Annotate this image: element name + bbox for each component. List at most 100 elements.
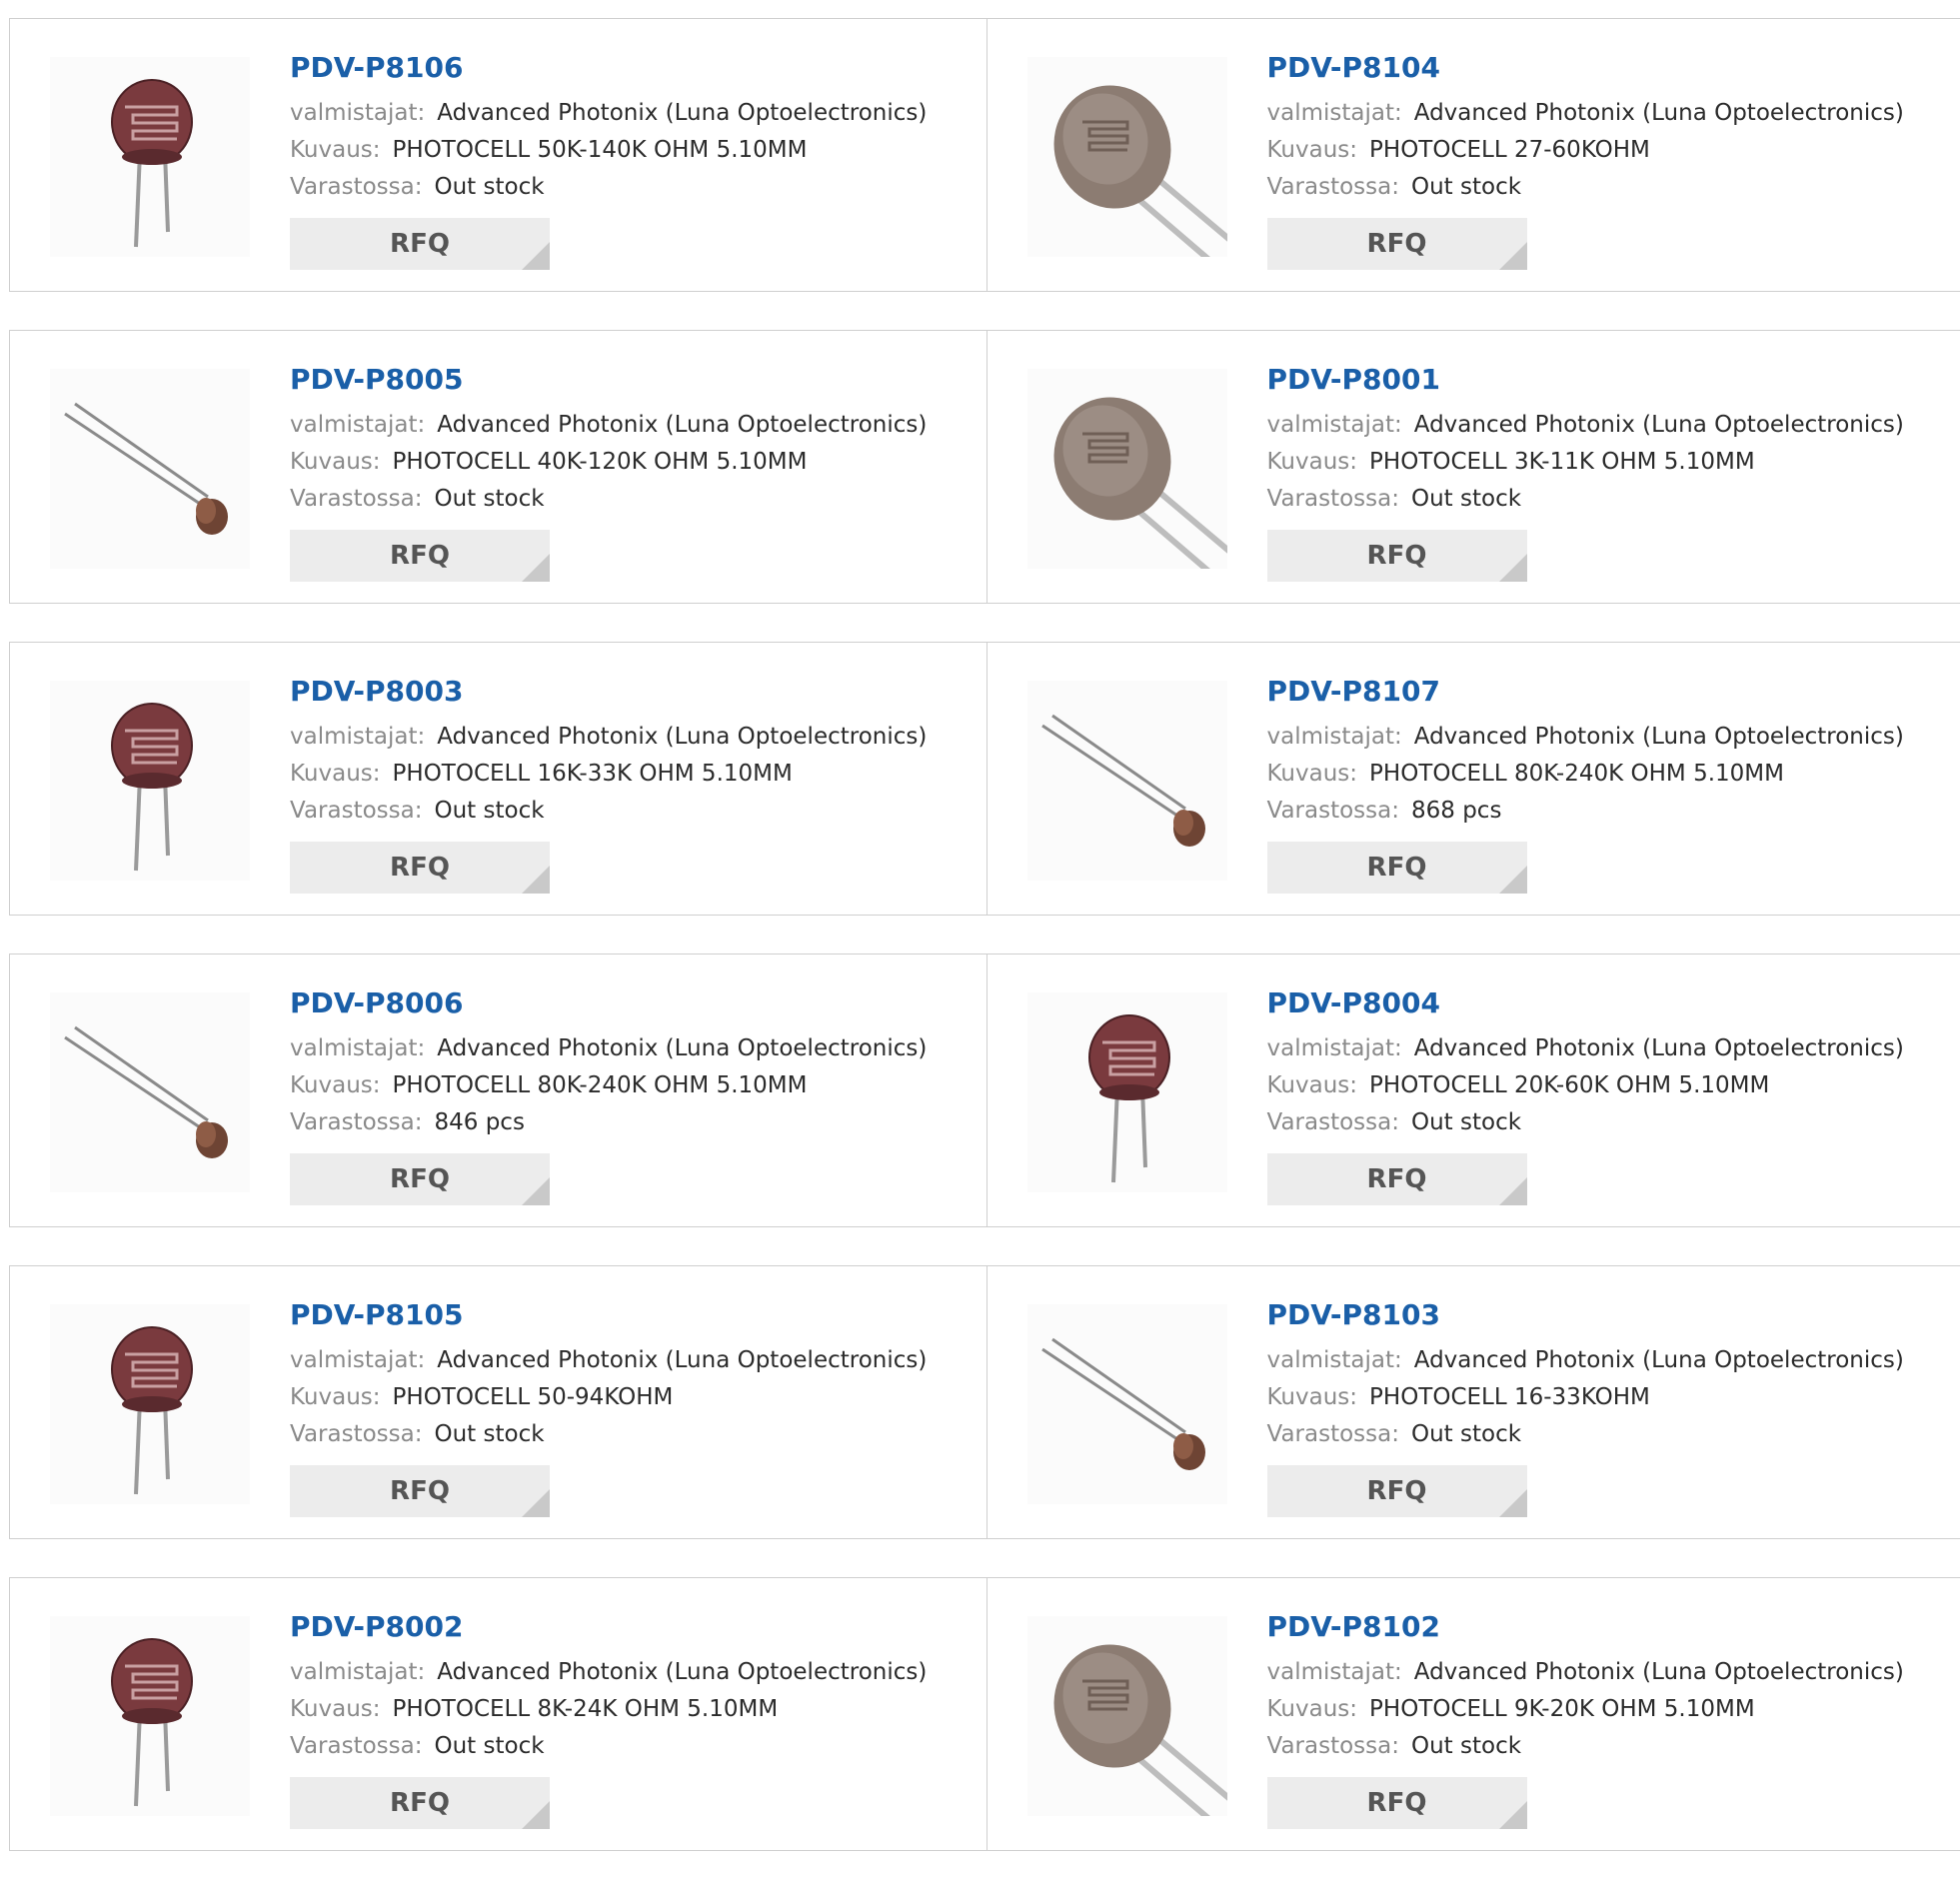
- manufacturer-label: valmistajat:: [1267, 1659, 1402, 1685]
- stock-label: Varastossa:: [1267, 174, 1399, 200]
- product-card: PDV-P8103 valmistajat:Advanced Photonix …: [986, 1266, 1960, 1538]
- description-label: Kuvaus:: [1267, 449, 1358, 475]
- description-value: PHOTOCELL 8K-24K OHM 5.10MM: [393, 1696, 779, 1722]
- manufacturer-label: valmistajat:: [290, 1035, 425, 1061]
- manufacturer-label: valmistajat:: [290, 1659, 425, 1685]
- product-row: PDV-P8002 valmistajat:Advanced Photonix …: [9, 1577, 1960, 1851]
- product-image[interactable]: [50, 57, 250, 257]
- description-line: Kuvaus:PHOTOCELL 9K-20K OHM 5.10MM: [1267, 1691, 1904, 1728]
- description-line: Kuvaus:PHOTOCELL 80K-240K OHM 5.10MM: [1267, 756, 1904, 793]
- product-image[interactable]: [1027, 369, 1227, 569]
- stock-value: Out stock: [434, 1733, 544, 1759]
- rfq-button[interactable]: RFQ: [1267, 1465, 1527, 1517]
- stock-label: Varastossa:: [290, 1421, 422, 1447]
- manufacturer-line: valmistajat:Advanced Photonix (Luna Opto…: [290, 1654, 927, 1691]
- description-line: Kuvaus:PHOTOCELL 16K-33K OHM 5.10MM: [290, 756, 927, 793]
- rfq-label: RFQ: [390, 853, 450, 883]
- product-card: PDV-P8004 valmistajat: Advanced Photonix …: [986, 954, 1960, 1226]
- description-line: Kuvaus:PHOTOCELL 80K-240K OHM 5.10MM: [290, 1067, 927, 1104]
- product-title-link[interactable]: PDV-P8004: [1267, 984, 1904, 1022]
- product-title-link[interactable]: PDV-P8103: [1267, 1296, 1904, 1334]
- product-image[interactable]: [1027, 681, 1227, 881]
- manufacturer-line: valmistajat:Advanced Photonix (Luna Opto…: [1267, 407, 1904, 444]
- rfq-button[interactable]: RFQ: [290, 1153, 550, 1205]
- rfq-label: RFQ: [1367, 1164, 1427, 1194]
- stock-line: Varastossa:Out stock: [1267, 169, 1904, 206]
- product-title-link[interactable]: PDV-P8106: [290, 49, 927, 87]
- rfq-corner-decoration: [1499, 554, 1527, 582]
- manufacturer-value: Advanced Photonix (Luna Optoelectronics): [1414, 724, 1904, 750]
- product-image[interactable]: [1027, 1304, 1227, 1504]
- rfq-button[interactable]: RFQ: [290, 1465, 550, 1517]
- product-title-link[interactable]: PDV-P8003: [290, 673, 927, 711]
- product-title-link[interactable]: PDV-P8001: [1267, 361, 1904, 399]
- stock-line: Varastossa:Out stock: [290, 793, 927, 830]
- stock-label: Varastossa:: [290, 486, 422, 512]
- stock-value: Out stock: [1411, 1109, 1521, 1135]
- product-title-link[interactable]: PDV-P8107: [1267, 673, 1904, 711]
- rfq-button[interactable]: RFQ: [1267, 1153, 1527, 1205]
- product-image[interactable]: [1027, 992, 1227, 1192]
- photocell-front-icon: [50, 1304, 250, 1504]
- description-label: Kuvaus:: [290, 1384, 381, 1410]
- description-label: Kuvaus:: [290, 1072, 381, 1098]
- product-title-link[interactable]: PDV-P8005: [290, 361, 927, 399]
- product-row: PDV-P8105 valmistajat:Advanced Photonix …: [9, 1265, 1960, 1539]
- stock-value: Out stock: [434, 1421, 544, 1447]
- rfq-button[interactable]: RFQ: [290, 218, 550, 270]
- rfq-corner-decoration: [522, 554, 550, 582]
- rfq-button[interactable]: RFQ: [1267, 530, 1527, 582]
- rfq-button[interactable]: RFQ: [290, 530, 550, 582]
- description-value: PHOTOCELL 50-94KOHM: [393, 1384, 674, 1410]
- stock-line: Varastossa:Out stock: [290, 169, 927, 206]
- stock-label: Varastossa:: [290, 1733, 422, 1759]
- product-title-link[interactable]: PDV-P8006: [290, 984, 927, 1022]
- product-image[interactable]: [50, 1616, 250, 1816]
- rfq-label: RFQ: [1367, 1476, 1427, 1506]
- manufacturer-line: valmistajat:Advanced Photonix (Luna Opto…: [1267, 1342, 1904, 1379]
- rfq-button[interactable]: RFQ: [290, 1777, 550, 1829]
- rfq-button[interactable]: RFQ: [1267, 1777, 1527, 1829]
- rfq-label: RFQ: [390, 1164, 450, 1194]
- manufacturer-value: Advanced Photonix (Luna Optoelectronics): [1414, 1347, 1904, 1373]
- rfq-corner-decoration: [1499, 1489, 1527, 1517]
- description-line: Kuvaus:PHOTOCELL 20K-60K OHM 5.10MM: [1267, 1067, 1904, 1104]
- manufacturer-value: Advanced Photonix (Luna Optoelectronics): [437, 100, 927, 126]
- product-image[interactable]: [50, 992, 250, 1192]
- manufacturer-label: valmistajat:: [1267, 100, 1402, 126]
- rfq-label: RFQ: [1367, 541, 1427, 571]
- manufacturer-value: Advanced Photonix (Luna Optoelectronics): [1414, 1035, 1904, 1061]
- manufacturer-label: valmistajat:: [1267, 724, 1402, 750]
- description-value: PHOTOCELL 3K-11K OHM 5.10MM: [1369, 449, 1755, 475]
- product-title-link[interactable]: PDV-P8105: [290, 1296, 927, 1334]
- rfq-label: RFQ: [1367, 1788, 1427, 1818]
- product-title-link[interactable]: PDV-P8102: [1267, 1608, 1904, 1646]
- product-image[interactable]: [1027, 1616, 1227, 1816]
- product-image[interactable]: [50, 369, 250, 569]
- product-image[interactable]: [50, 1304, 250, 1504]
- product-image[interactable]: [50, 681, 250, 881]
- stock-label: Varastossa:: [1267, 1109, 1399, 1135]
- product-row: PDV-P8006 valmistajat: Advanced Photonix …: [9, 953, 1960, 1227]
- stock-line: Varastossa:846 pcs: [290, 1104, 927, 1141]
- stock-line: Varastossa: Out stock: [290, 1728, 927, 1765]
- rfq-button[interactable]: RFQ: [290, 842, 550, 894]
- manufacturer-label: valmistajat:: [1267, 1035, 1402, 1061]
- rfq-button[interactable]: RFQ: [1267, 842, 1527, 894]
- stock-label: Varastossa:: [1267, 1733, 1399, 1759]
- description-label: Kuvaus:: [290, 449, 381, 475]
- product-title-link[interactable]: PDV-P8104: [1267, 49, 1904, 87]
- rfq-corner-decoration: [1499, 242, 1527, 270]
- manufacturer-label: valmistajat:: [290, 100, 425, 126]
- product-title-link[interactable]: PDV-P8002: [290, 1608, 927, 1646]
- product-card: PDV-P8106 valmistajat: Advanced Photonix …: [10, 19, 986, 291]
- product-row: PDV-P8003 valmistajat: Advanced Photonix …: [9, 642, 1960, 916]
- manufacturer-line: valmistajat:Advanced Photonix (Luna Opto…: [1267, 1654, 1904, 1691]
- photocell-side-icon: [50, 369, 250, 569]
- rfq-button[interactable]: RFQ: [1267, 218, 1527, 270]
- description-line: Kuvaus:PHOTOCELL 16-33KOHM: [1267, 1379, 1904, 1416]
- description-label: Kuvaus:: [1267, 1072, 1358, 1098]
- manufacturer-value: Advanced Photonix (Luna Optoelectronics): [1414, 412, 1904, 438]
- stock-label: Varastossa:: [290, 174, 422, 200]
- product-image[interactable]: [1027, 57, 1227, 257]
